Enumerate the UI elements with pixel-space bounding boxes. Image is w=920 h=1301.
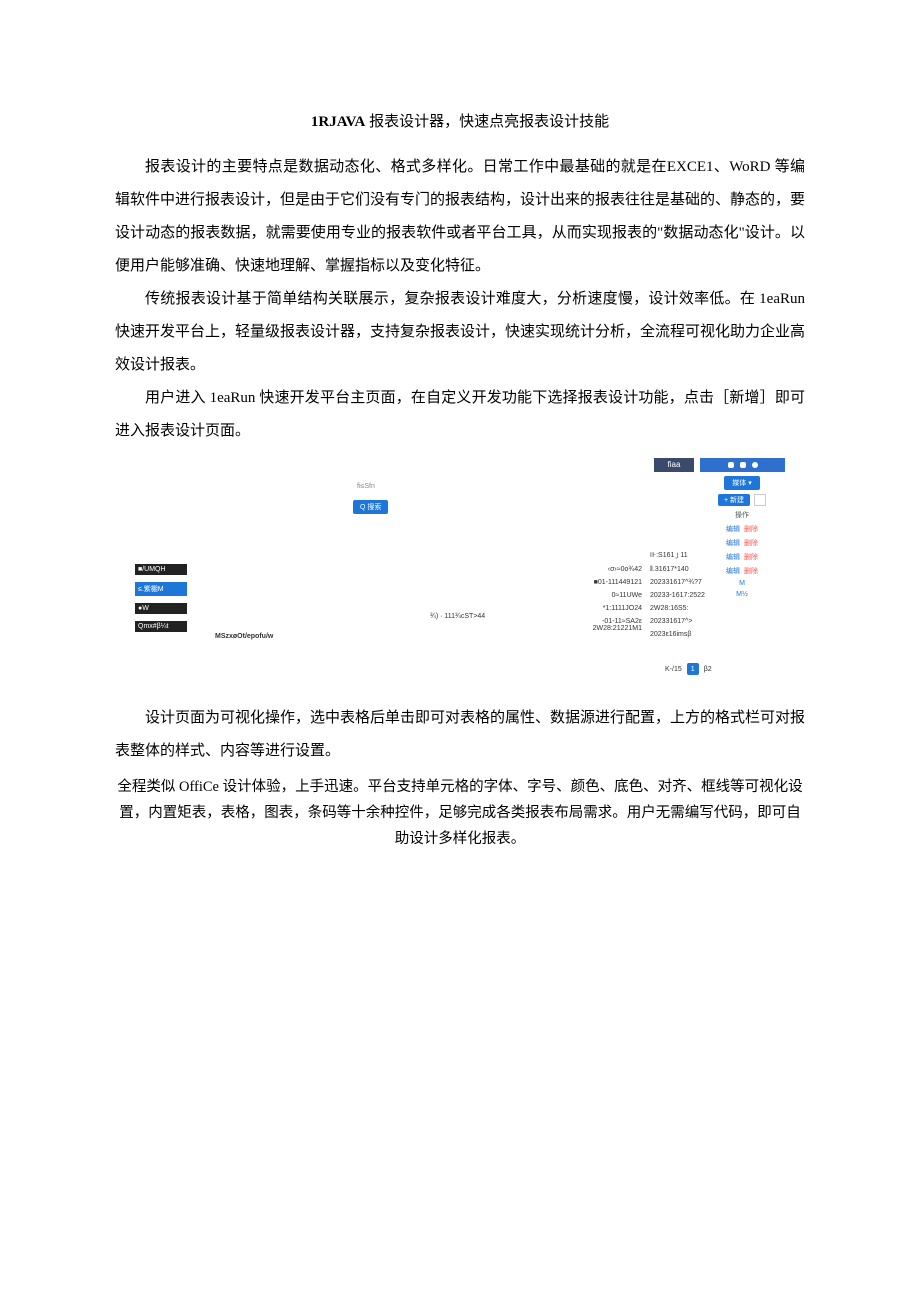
edit-link[interactable]: 编辑 — [726, 568, 740, 575]
pager-size: β2 — [704, 666, 712, 673]
avatar-icon — [752, 462, 758, 468]
row-link[interactable]: M — [739, 580, 745, 587]
pager-current[interactable]: 1 — [687, 663, 699, 675]
delete-link[interactable]: 删除 — [744, 568, 758, 575]
cell: ■01-111449121 — [577, 579, 642, 586]
apps-icon — [740, 462, 746, 468]
filter-label: fi≤Sfn — [357, 483, 375, 490]
left-nav: ■/UMQH ≤.紫棚M ●W Qmx#β¼t — [135, 564, 187, 632]
paragraph-4: 设计页面为可视化操作，选中表格后单击即可对表格的属性、数据源进行配置，上方的格式… — [115, 702, 805, 768]
nav-item-3[interactable]: ●W — [135, 603, 187, 614]
edit-link[interactable]: 编辑 — [726, 554, 740, 561]
cell: 202331617^> — [650, 618, 718, 625]
cell: *1:1111JO24 — [577, 605, 642, 612]
embedded-screenshot: fiaa fi≤Sfn Q 搜索 ■/UMQH ≤.紫棚M ●W Qmx#β¼t… — [135, 458, 785, 688]
paragraph-2: 传统报表设计基于简单结构关联展示，复杂报表设计难度大，分析速度慢，设计效率低。在… — [115, 283, 805, 382]
row-link[interactable]: M½ — [736, 591, 748, 598]
top-icon-bar[interactable] — [700, 458, 785, 472]
document-page: 1RJAVA 报表设计器，快速点亮报表设计技能 报表设计的主要特点是数据动态化、… — [0, 0, 920, 952]
delete-link[interactable]: 删除 — [744, 554, 758, 561]
cell: 0≈11UWe — [577, 592, 642, 599]
search-button[interactable]: Q 搜索 — [353, 500, 388, 514]
cell: 2W28:16S5: — [650, 605, 718, 612]
paragraph-5: 全程类似 OffiCe 设计体验，上手迅速。平台支持单元格的字体、字号、颜色、底… — [115, 774, 805, 852]
media-dropdown[interactable]: 媒体 ▾ — [724, 476, 759, 490]
cell: 2023ε16imsβ — [650, 631, 718, 638]
doc-title: 1RJAVA 报表设计器，快速点亮报表设计技能 — [115, 110, 805, 131]
title-rest: 报表设计器，快速点亮报表设计技能 — [365, 114, 609, 130]
right-panel: 媒体 ▾ + 新建 操作 编辑删除 编辑删除 编辑删除 编辑删除 M M½ — [707, 476, 777, 598]
data-col-a: ‹σ›≈0o¾42 ■01-111449121 0≈11UWe *1:1111J… — [577, 566, 642, 632]
pager: K-/15 1 β2 — [665, 663, 712, 675]
nav-item-2[interactable]: ≤.紫棚M — [135, 582, 187, 596]
brand-badge: fiaa — [654, 458, 694, 472]
title-bold: 1RJAVA — [311, 114, 365, 130]
mid-tag: ¾) · 111¾cST>44 — [430, 613, 485, 620]
grid-icon — [728, 462, 734, 468]
delete-link[interactable]: 删除 — [744, 526, 758, 533]
nav-item-1[interactable]: ■/UMQH — [135, 564, 187, 575]
paragraph-3: 用户进入 1eaRun 快速开发平台主页面，在自定义开发功能下选择报表设计功能，… — [115, 382, 805, 448]
edit-link[interactable]: 编辑 — [726, 540, 740, 547]
cell: ‹σ›≈0o¾42 — [577, 566, 642, 573]
paragraph-1: 报表设计的主要特点是数据动态化、格式多样化。日常工作中最基础的就是在EXCE1、… — [115, 151, 805, 283]
add-button[interactable]: + 新建 — [718, 494, 750, 506]
caption-text: MSzxøOt/epofu/w — [215, 633, 273, 640]
delete-link[interactable]: 删除 — [744, 540, 758, 547]
cell: -01-11≈SA2ε 2W28:21221M1 — [577, 618, 642, 632]
pager-label: K-/15 — [665, 666, 682, 673]
aux-button[interactable] — [754, 494, 766, 506]
nav-item-4[interactable]: Qmx#β¼t — [135, 621, 187, 632]
edit-link[interactable]: 编辑 — [726, 526, 740, 533]
op-header: 操作 — [735, 510, 749, 520]
